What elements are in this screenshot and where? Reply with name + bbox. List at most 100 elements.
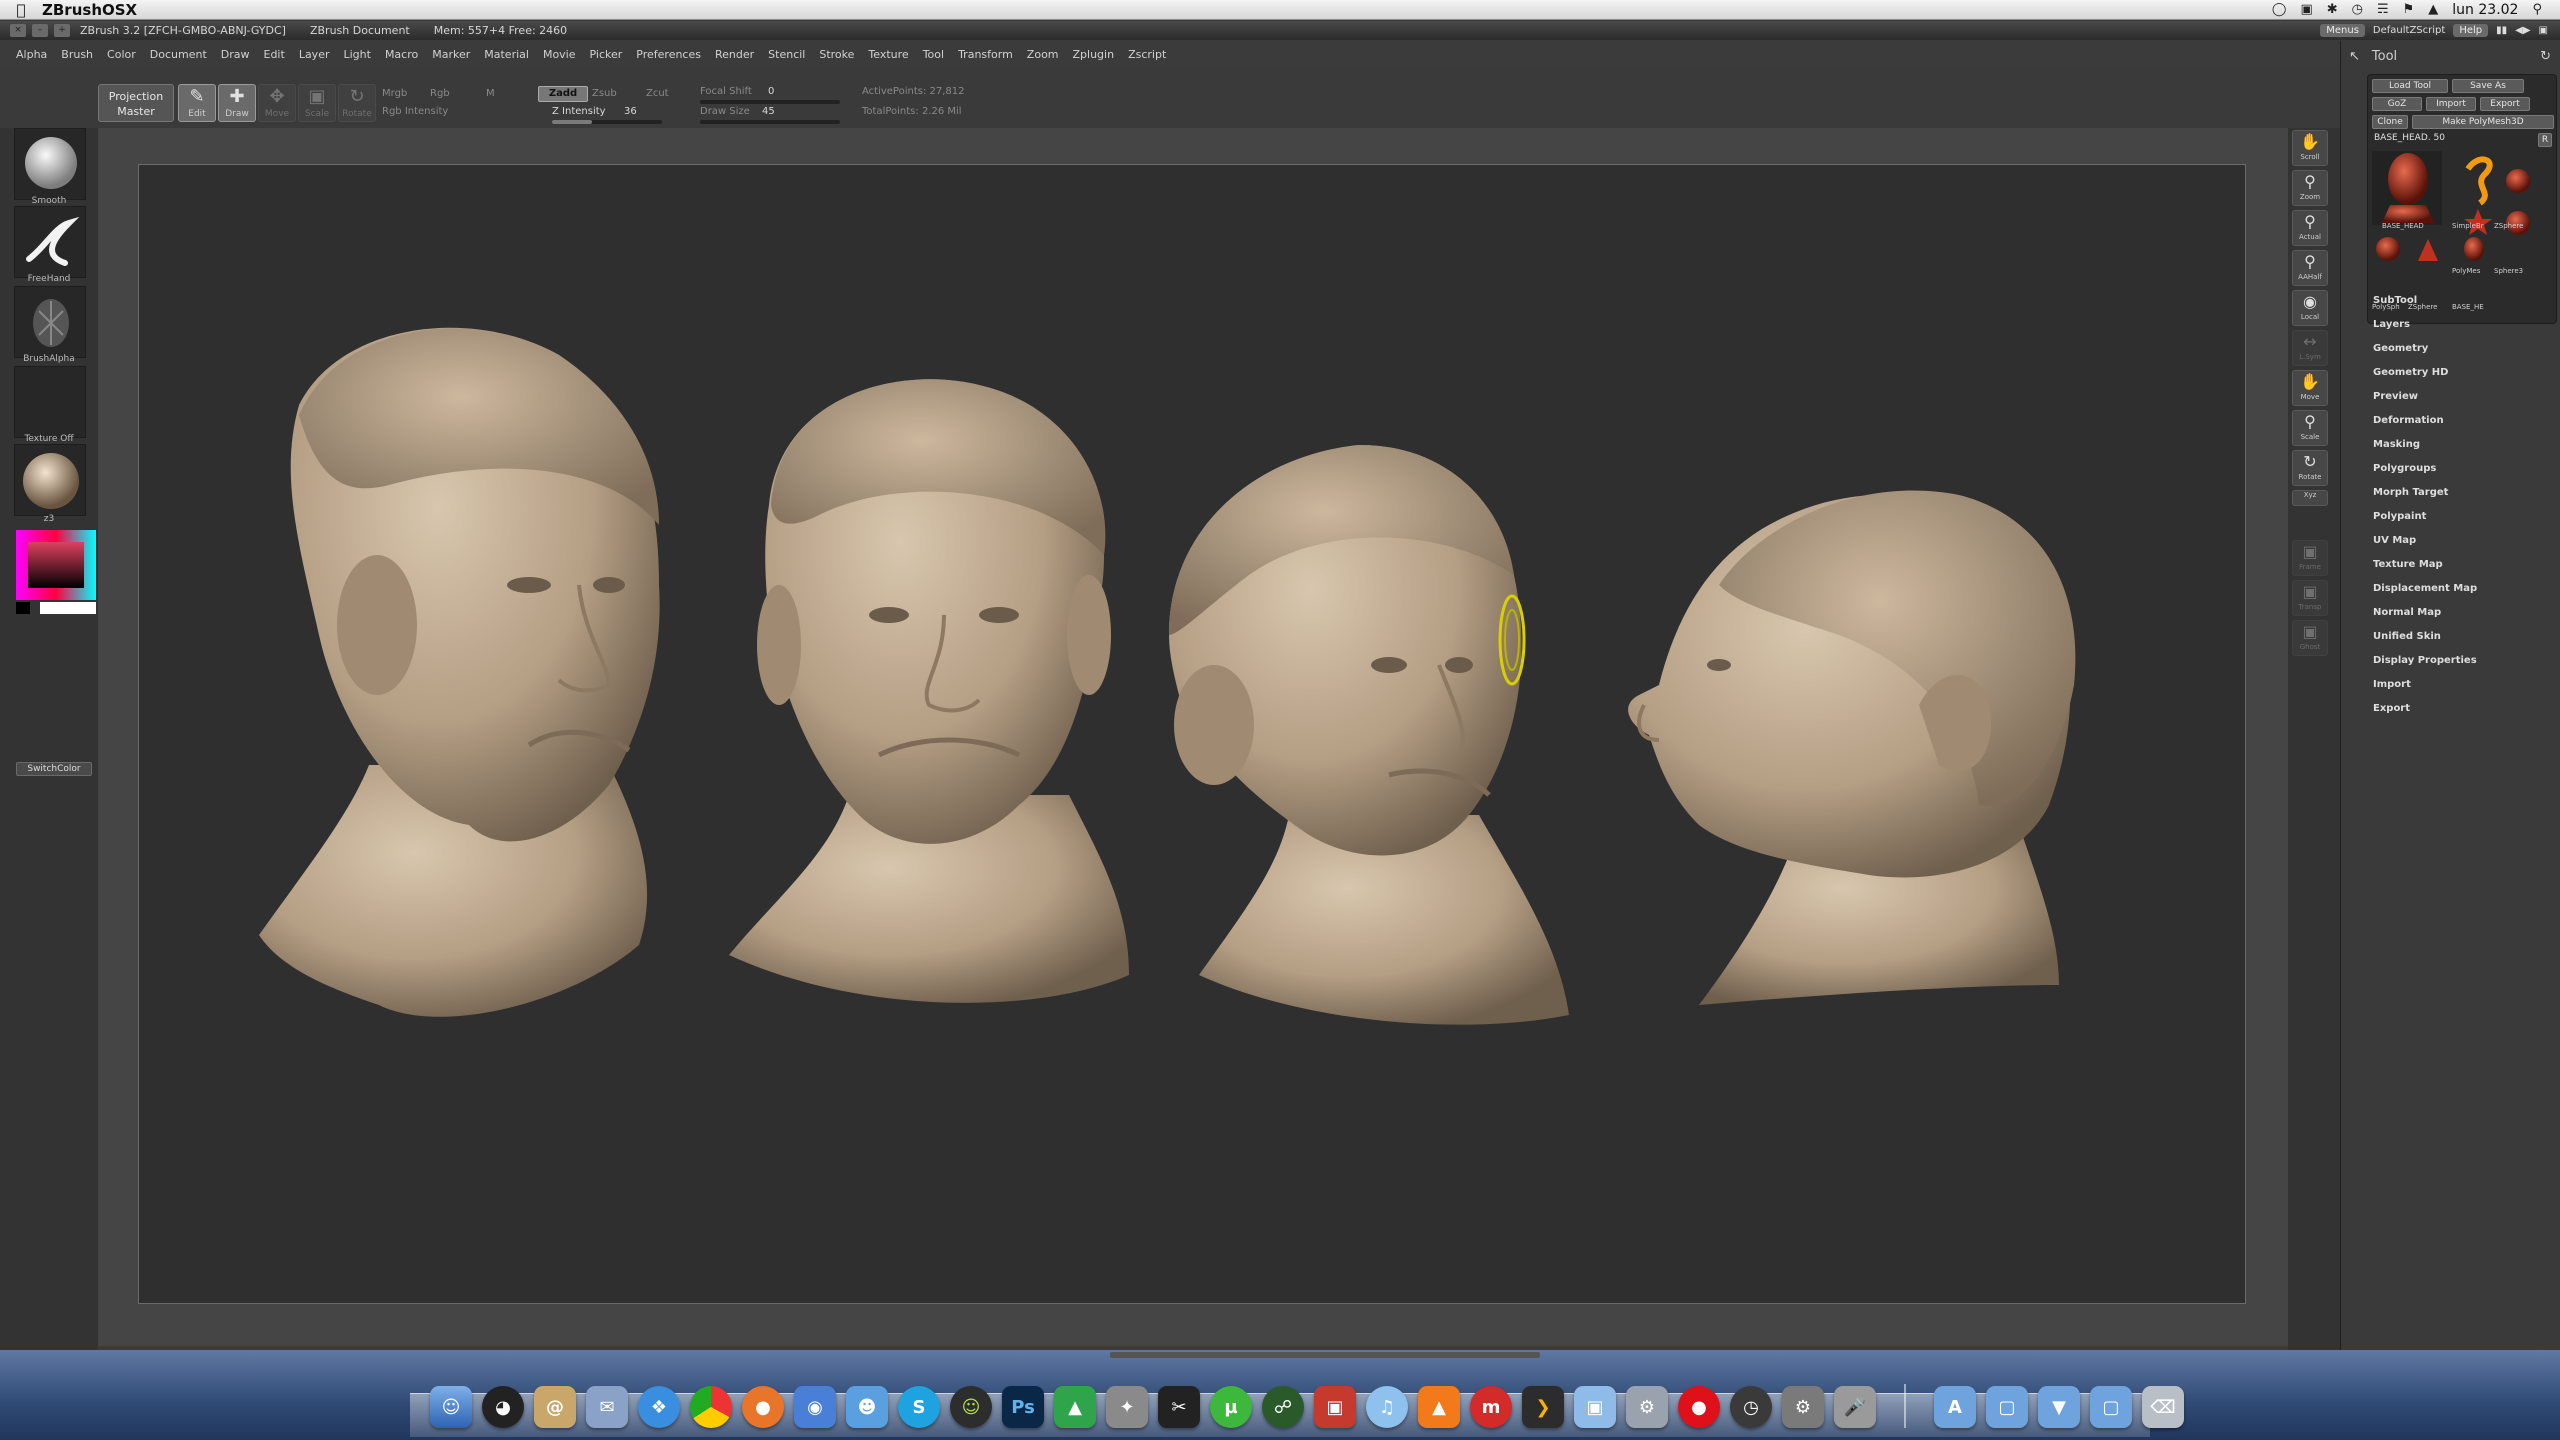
display-icon[interactable]: ▣ xyxy=(2300,2,2312,17)
viewport-canvas[interactable] xyxy=(138,164,2246,1304)
safari-icon[interactable]: ❖ xyxy=(638,1386,680,1428)
section-geometry[interactable]: Geometry xyxy=(2373,337,2553,361)
material-thumbnail[interactable] xyxy=(14,444,86,516)
vlc-icon[interactable]: ▲ xyxy=(1418,1386,1460,1428)
menu-draw[interactable]: Draw xyxy=(221,48,250,61)
clone-button[interactable]: Clone xyxy=(2372,115,2408,129)
microphone-icon[interactable]: 🎤 xyxy=(1834,1386,1876,1428)
instruments-icon[interactable]: ✦ xyxy=(1106,1386,1148,1428)
close-window-icon[interactable]: × xyxy=(10,24,26,37)
wifi-icon[interactable]: ☴ xyxy=(2377,2,2389,17)
menu-edit[interactable]: Edit xyxy=(264,48,285,61)
layout-icon[interactable]: ▮▮ xyxy=(2496,25,2507,36)
menu-zplugin[interactable]: Zplugin xyxy=(1073,48,1115,61)
contacts-icon[interactable]: ☻ xyxy=(846,1386,888,1428)
menu-zscript[interactable]: Zscript xyxy=(1128,48,1166,61)
zcut-toggle[interactable]: Zcut xyxy=(646,88,669,99)
zsub-toggle[interactable]: Zsub xyxy=(592,88,617,99)
menu-light[interactable]: Light xyxy=(343,48,370,61)
section-polygroups[interactable]: Polygroups xyxy=(2373,457,2553,481)
edit-button[interactable]: ✎ Edit xyxy=(178,84,216,122)
actual-button[interactable]: ⚲ Actual xyxy=(2292,210,2328,246)
miro-icon[interactable]: m xyxy=(1470,1386,1512,1428)
mrgb-toggle[interactable]: Mrgb xyxy=(382,88,407,99)
photoshop-icon[interactable]: Ps xyxy=(1002,1386,1044,1428)
color-picker[interactable] xyxy=(16,530,96,614)
menu-transform[interactable]: Transform xyxy=(958,48,1013,61)
texture-thumbnail[interactable] xyxy=(14,366,86,438)
menu-zoom[interactable]: Zoom xyxy=(1027,48,1059,61)
menu-preferences[interactable]: Preferences xyxy=(636,48,701,61)
section-geometry-hd[interactable]: Geometry HD xyxy=(2373,361,2553,385)
section-preview[interactable]: Preview xyxy=(2373,385,2553,409)
section-displacement-map[interactable]: Displacement Map xyxy=(2373,577,2553,601)
stroke-thumbnail[interactable] xyxy=(14,206,86,278)
section-uv-map[interactable]: UV Map xyxy=(2373,529,2553,553)
menu-movie[interactable]: Movie xyxy=(543,48,576,61)
ichat-icon[interactable]: ◉ xyxy=(794,1386,836,1428)
menu-stroke[interactable]: Stroke xyxy=(819,48,854,61)
section-layers[interactable]: Layers xyxy=(2373,313,2553,337)
load-tool-button[interactable]: Load Tool xyxy=(2372,79,2448,93)
alpha-thumbnail[interactable] xyxy=(14,286,86,358)
xyz-button[interactable]: Xyz xyxy=(2292,490,2328,506)
menu-render[interactable]: Render xyxy=(715,48,754,61)
menu-document[interactable]: Document xyxy=(150,48,207,61)
vodafone-icon[interactable]: ● xyxy=(1678,1386,1720,1428)
transmission-icon[interactable]: ☍ xyxy=(1262,1386,1304,1428)
frame-button[interactable]: ▣ Frame xyxy=(2292,540,2328,576)
chrome-icon[interactable] xyxy=(690,1386,732,1428)
scale-button[interactable]: ▣ Scale xyxy=(298,84,336,122)
maximize-window-icon[interactable]: + xyxy=(54,24,70,37)
section-morph-target[interactable]: Morph Target xyxy=(2373,481,2553,505)
final-cut-icon[interactable]: ✂ xyxy=(1158,1386,1200,1428)
menu-tool[interactable]: Tool xyxy=(923,48,944,61)
switch-color-button[interactable]: SwitchColor xyxy=(16,762,92,776)
move-view-button[interactable]: ✋ Move xyxy=(2292,370,2328,406)
menus-toggle[interactable]: Menus xyxy=(2320,24,2365,37)
dashboard-icon[interactable]: ◕ xyxy=(482,1386,524,1428)
utorrent-icon[interactable]: µ xyxy=(1210,1386,1252,1428)
photo-booth-icon[interactable]: ▣ xyxy=(1314,1386,1356,1428)
clock[interactable]: lun 23.02 xyxy=(2452,2,2518,18)
skype-icon[interactable]: S xyxy=(898,1386,940,1428)
thumb-label-0[interactable]: BASE_HEAD xyxy=(2382,222,2424,230)
trash-icon[interactable]: ⌫ xyxy=(2142,1386,2184,1428)
menu-material[interactable]: Material xyxy=(484,48,529,61)
menu-macro[interactable]: Macro xyxy=(385,48,418,61)
system-preferences-icon[interactable]: ⚙ xyxy=(1782,1386,1824,1428)
automator-icon[interactable]: ⚙ xyxy=(1626,1386,1668,1428)
time-machine-dock-icon[interactable]: ◷ xyxy=(1730,1386,1772,1428)
m-toggle[interactable]: M xyxy=(486,88,495,99)
ghost-button[interactable]: ▣ Ghost xyxy=(2292,620,2328,656)
menu-stencil[interactable]: Stencil xyxy=(768,48,805,61)
aahalf-button[interactable]: ⚲ AAHalf xyxy=(2292,250,2328,286)
help-button[interactable]: Help xyxy=(2453,24,2489,37)
arrows-icon[interactable]: ◀▶ xyxy=(2515,25,2530,36)
scale-view-button[interactable]: ⚲ Scale xyxy=(2292,410,2328,446)
save-as-button[interactable]: Save As xyxy=(2452,79,2524,93)
import-button[interactable]: Import xyxy=(2426,97,2476,111)
menu-marker[interactable]: Marker xyxy=(432,48,470,61)
apple-icon[interactable]:  xyxy=(0,1,42,19)
flag-icon[interactable]: ⚑ xyxy=(2403,2,2415,17)
export-button[interactable]: Export xyxy=(2480,97,2530,111)
brush-thumbnail[interactable] xyxy=(14,128,86,200)
section-deformation[interactable]: Deformation xyxy=(2373,409,2553,433)
app-name[interactable]: ZBrushOSX xyxy=(42,1,137,19)
section-masking[interactable]: Masking xyxy=(2373,433,2553,457)
draw-button[interactable]: ✚ Draw xyxy=(218,84,256,122)
section-unified-skin[interactable]: Unified Skin xyxy=(2373,625,2553,649)
time-machine-icon[interactable]: ◷ xyxy=(2352,2,2363,17)
downloads-folder-icon[interactable]: ▼ xyxy=(2038,1386,2080,1428)
zoom-button[interactable]: ⚲ Zoom xyxy=(2292,170,2328,206)
preview-icon[interactable]: ▣ xyxy=(1574,1386,1616,1428)
plex-icon[interactable]: ❯ xyxy=(1522,1386,1564,1428)
volume-icon[interactable]: ▲ xyxy=(2428,2,2438,17)
draw-size-slider[interactable] xyxy=(700,120,840,124)
folder-icon[interactable]: ▢ xyxy=(2090,1386,2132,1428)
projection-master-button[interactable]: Projection Master xyxy=(98,84,174,122)
section-export[interactable]: Export xyxy=(2373,697,2553,721)
rgb-intensity-slider[interactable]: Rgb Intensity xyxy=(382,106,448,117)
local-button[interactable]: ◉ Local xyxy=(2292,290,2328,326)
